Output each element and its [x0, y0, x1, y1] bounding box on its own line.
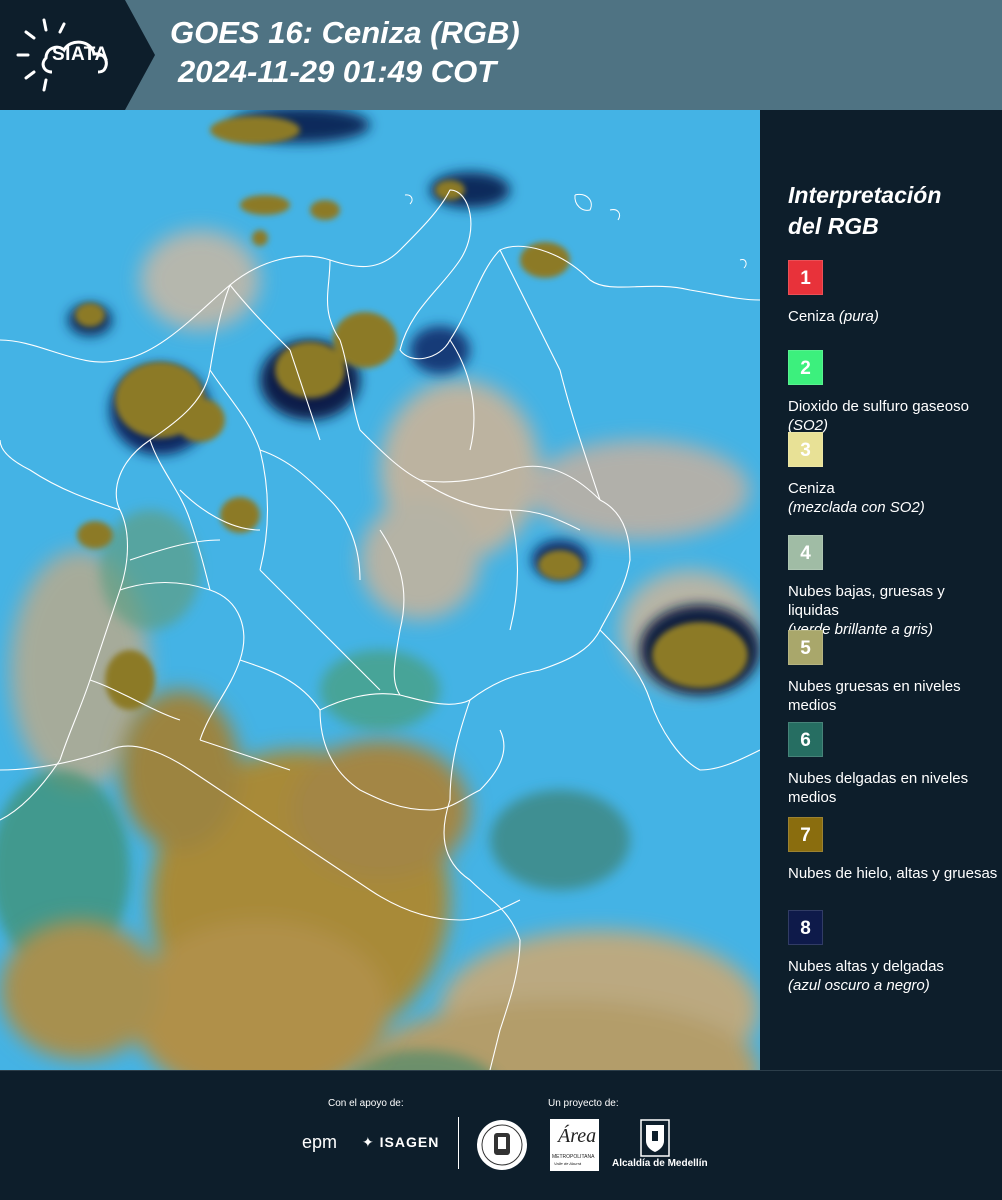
satellite-map[interactable] — [0, 110, 760, 1070]
support-caption: Con el apoyo de: — [328, 1098, 404, 1109]
product-title: GOES 16: Ceniza (RGB) — [170, 15, 520, 50]
legend-item-6: 6 Nubes delgadas en niveles medios — [788, 722, 998, 807]
legend-label-note: (azul oscuro a negro) — [788, 977, 930, 994]
legend-label-7: Nubes de hielo, altas y gruesas — [788, 864, 998, 883]
alcaldia-shield-icon[interactable] — [640, 1119, 670, 1157]
legend-swatch-7: 7 — [788, 817, 823, 852]
legend-swatch-3: 3 — [788, 432, 823, 467]
map-canvas — [0, 110, 760, 1070]
legend-item-7: 7 Nubes de hielo, altas y gruesas — [788, 817, 998, 883]
legend-label-note: (pura) — [838, 308, 879, 325]
legend-label-text: Nubes altas y delgadas — [788, 958, 944, 975]
isagen-logo-text: ISAGEN — [379, 1134, 440, 1150]
legend-label-5: Nubes gruesas en niveles medios — [788, 677, 998, 715]
legend-label-text: Nubes bajas, gruesas y liquidas — [788, 583, 945, 619]
legend-label-text: Ceniza — [788, 308, 835, 325]
epm-logo[interactable]: epm — [302, 1132, 337, 1153]
legend-label-text: Ceniza — [788, 480, 835, 497]
legend-label-3: Ceniza (mezclada con SO2) — [788, 479, 998, 517]
legend-item-8: 8 Nubes altas y delgadas (azul oscuro a ne… — [788, 910, 998, 995]
footer-divider — [458, 1117, 459, 1169]
logo-text: SIATA — [52, 44, 109, 65]
legend-item-3: 3 Ceniza (mezclada con SO2) — [788, 432, 998, 517]
legend-swatch-8: 8 — [788, 910, 823, 945]
legend-label-2: Dioxido de sulfuro gaseoso (SO2) — [788, 397, 998, 435]
legend-label-text: Dioxido de sulfuro gaseoso — [788, 398, 969, 415]
legend-label-8: Nubes altas y delgadas (azul oscuro a neg… — [788, 957, 998, 995]
legend-label-text: Nubes gruesas en niveles medios — [788, 678, 961, 714]
legend-label-text: Nubes de hielo, altas y gruesas — [788, 865, 998, 882]
area-logo-subtitle2: Valle de Aburrá — [554, 1161, 582, 1166]
seal-logo[interactable] — [476, 1119, 528, 1171]
epm-logo-text: epm — [302, 1132, 338, 1152]
header-banner: SIATA GOES 16: Ceniza (RGB) 2024-11-29 0… — [0, 0, 1002, 110]
legend-swatch-6: 6 — [788, 722, 823, 757]
legend-label-1: Ceniza (pura) — [788, 307, 998, 326]
footer: Con el apoyo de: Un proyecto de: epm ✦ I… — [0, 1070, 1002, 1200]
image-timestamp: 2024-11-29 01:49 COT — [178, 54, 497, 89]
area-logo-subtitle: METROPOLITANA — [552, 1154, 595, 1160]
legend-swatch-4: 4 — [788, 535, 823, 570]
legend-item-2: 2 Dioxido de sulfuro gaseoso (SO2) — [788, 350, 998, 435]
project-caption: Un proyecto de: — [548, 1098, 619, 1109]
area-logo-word: Área — [558, 1125, 597, 1147]
legend-label-text: Nubes delgadas en niveles medios — [788, 770, 969, 806]
legend-item-1: 1 Ceniza (pura) — [788, 260, 998, 326]
isagen-star-icon: ✦ — [362, 1134, 380, 1150]
alcaldia-name: Alcaldía de Medellín — [612, 1158, 708, 1169]
legend-swatch-2: 2 — [788, 350, 823, 385]
siata-logo[interactable]: SIATA — [0, 0, 155, 110]
legend-swatch-5: 5 — [788, 630, 823, 665]
area-metropolitana-logo[interactable]: Área METROPOLITANA Valle de Aburrá — [550, 1119, 599, 1171]
rgb-legend-panel: Interpretación del RGB 1 Ceniza (pura) 2 Di… — [762, 110, 1002, 1070]
legend-title: Interpretación del RGB — [788, 180, 941, 242]
legend-item-5: 5 Nubes gruesas en niveles medios — [788, 630, 998, 715]
legend-label-6: Nubes delgadas en niveles medios — [788, 769, 998, 807]
isagen-logo[interactable]: ✦ ISAGEN — [362, 1134, 439, 1151]
legend-title-line2: del RGB — [788, 213, 879, 239]
legend-label-note: (mezclada con SO2) — [788, 499, 925, 516]
legend-title-line1: Interpretación — [788, 182, 942, 208]
legend-swatch-1: 1 — [788, 260, 823, 295]
legend-item-4: 4 Nubes bajas, gruesas y liquidas (verde b… — [788, 535, 998, 639]
